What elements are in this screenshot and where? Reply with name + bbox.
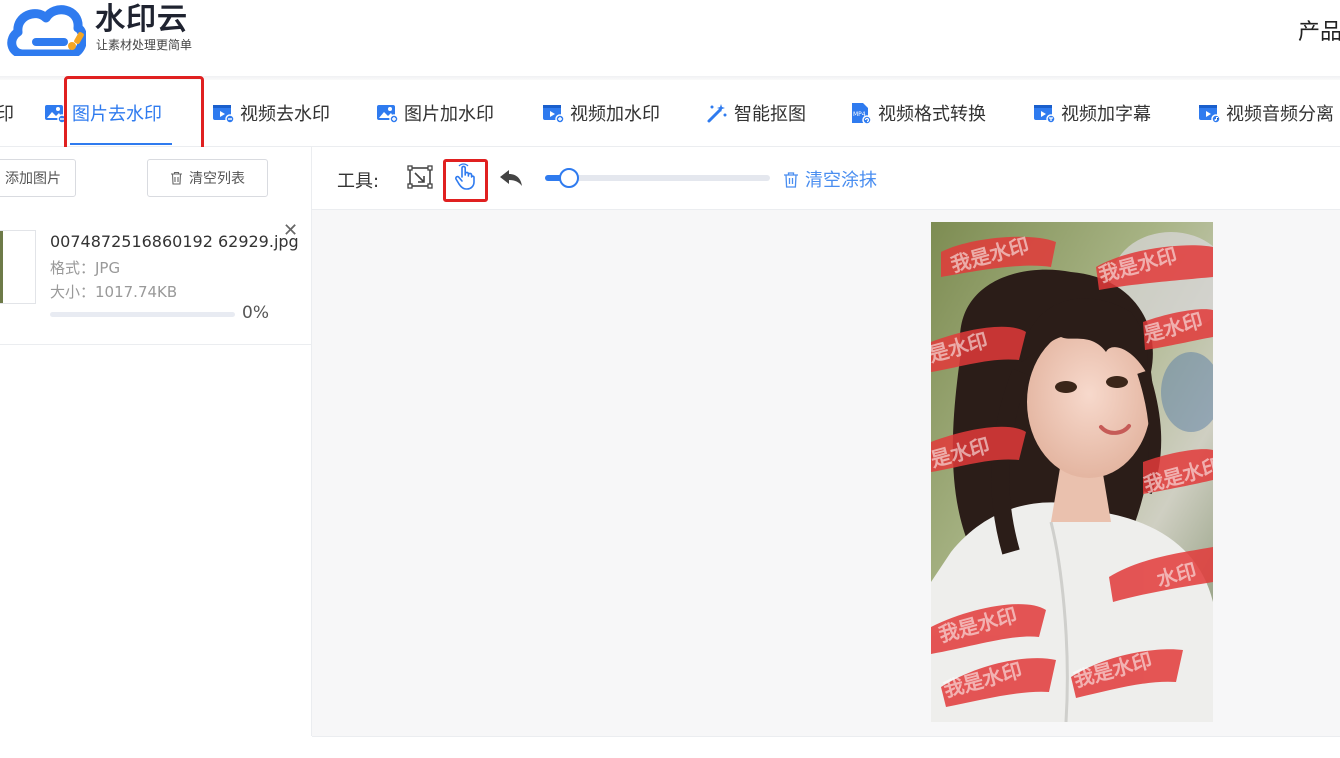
image-add-icon <box>376 102 399 124</box>
file-name: 0074872516860192 62929.jpg <box>50 232 299 251</box>
clear-list-label: 清空列表 <box>189 171 245 187</box>
tab-label: 视频去水印 <box>240 104 330 125</box>
trash-icon <box>783 171 799 188</box>
tab-video-remove-watermark[interactable]: 视频去水印 <box>212 80 330 146</box>
file-progress-bar <box>50 312 235 317</box>
tab-label: 图片加水印 <box>404 104 494 125</box>
video-subtitle-icon <box>1033 102 1056 124</box>
mp4-convert-icon: MP4 <box>850 102 872 125</box>
brush-size-handle[interactable] <box>559 168 579 188</box>
tab-label: 视频加水印 <box>570 104 660 125</box>
tab-video-subtitle[interactable]: 视频加字幕 <box>1033 80 1151 146</box>
tab-label: 视频格式转换 <box>878 104 986 125</box>
tab-video-format-convert[interactable]: MP4 视频格式转换 <box>850 80 986 146</box>
tab-video-audio-split[interactable]: 视频音频分离 <box>1198 80 1334 146</box>
trash-icon <box>170 171 183 185</box>
highlight-box-brush <box>443 159 488 202</box>
tab-smart-cutout[interactable]: 智能抠图 <box>706 80 806 146</box>
video-audio-split-icon <box>1198 102 1221 124</box>
tab-label: 视频音频分离 <box>1226 104 1334 125</box>
file-thumbnail <box>0 230 36 304</box>
add-image-button[interactable]: 添加图片 <box>0 159 76 197</box>
brand-slogan: 让素材处理更简单 <box>96 38 193 52</box>
file-list-item[interactable] <box>0 210 311 345</box>
video-remove-icon <box>212 102 235 124</box>
video-add-icon <box>542 102 565 124</box>
highlight-box-tab <box>64 76 204 153</box>
tools-label: 工具: <box>337 171 380 192</box>
tab-video-add-watermark[interactable]: 视频加水印 <box>542 80 660 146</box>
clear-list-button[interactable]: 清空列表 <box>147 159 268 197</box>
file-progress-percent: 0% <box>242 303 269 323</box>
edited-photo[interactable]: 我是水印 我是水印 是水印 是水印 是水印 我是水印 水印 我是水印 我是水印 … <box>931 222 1213 722</box>
clear-paint-label: 清空涂抹 <box>805 170 877 191</box>
image-remove-icon <box>44 102 67 124</box>
tab-image-add-watermark[interactable]: 图片加水印 <box>376 80 494 146</box>
tab-partial-label: 印 <box>0 104 14 125</box>
file-size: 大小：1017.74KB <box>50 283 178 301</box>
rectangle-select-icon[interactable] <box>406 163 434 191</box>
undo-icon[interactable] <box>497 163 525 191</box>
tab-label: 智能抠图 <box>734 104 806 125</box>
clear-paint-button[interactable]: 清空涂抹 <box>783 166 877 192</box>
brand-name: 水印云 <box>95 2 188 37</box>
products-menu[interactable]: 产品 <box>1298 14 1340 46</box>
tab-partial[interactable]: 印 <box>0 80 14 146</box>
cloud-logo-icon <box>6 2 88 59</box>
add-image-label: 添加图片 <box>5 171 61 187</box>
app-header: 水印云 让素材处理更简单 产品 <box>0 0 1340 78</box>
tab-label: 视频加字幕 <box>1061 104 1151 125</box>
remove-file-close-icon[interactable]: ✕ <box>283 220 298 241</box>
file-format: 格式：JPG <box>50 259 121 277</box>
magic-wand-icon <box>706 102 728 124</box>
